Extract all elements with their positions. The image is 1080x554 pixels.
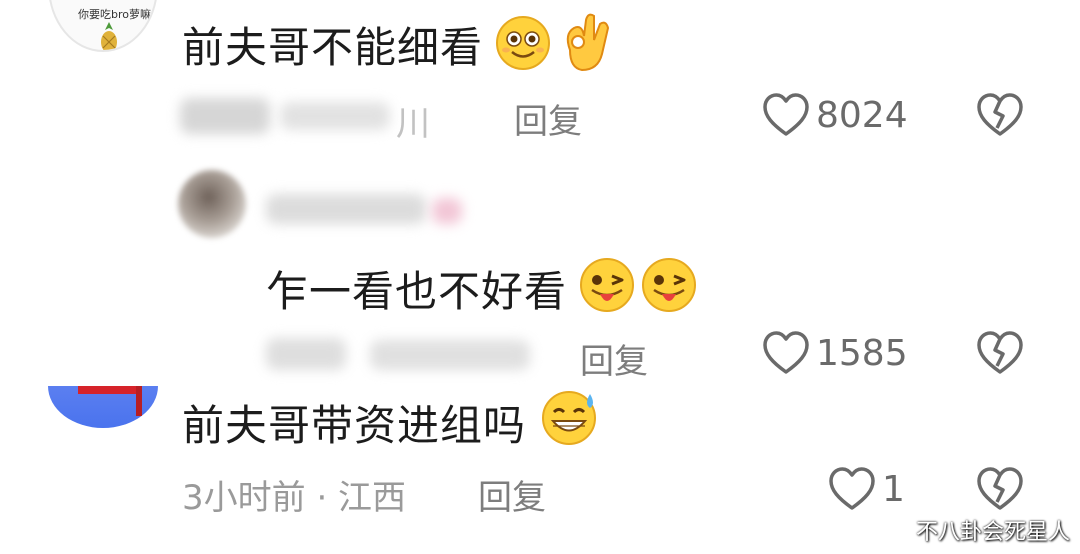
broken-heart-icon[interactable] <box>976 92 1024 138</box>
heart-icon <box>763 93 809 136</box>
blurred-location <box>370 340 530 370</box>
comment-location-1: 川 <box>396 104 430 144</box>
watermark: 不八卦会死星人 <box>915 520 1070 545</box>
comment-meta-3: 3小时前 · 江西 <box>182 478 407 518</box>
comment-text-2: 乍一看也不好看 <box>266 267 568 316</box>
smiling-face-icon <box>496 16 550 70</box>
blurred-timestamp <box>266 338 346 370</box>
avatar-commenter-1[interactable]: 你要吃bro萝嘛 <box>48 0 158 52</box>
like-button-1[interactable]: 8024 <box>762 92 908 138</box>
broken-heart-icon[interactable] <box>976 466 1024 512</box>
avatar-commenter-2[interactable] <box>178 170 246 238</box>
reply-button-2[interactable]: 回复 <box>580 334 648 383</box>
like-button-2[interactable]: 1585 <box>762 330 908 376</box>
like-count-1: 8024 <box>816 94 908 136</box>
tongue-wink-face-icon <box>580 258 634 312</box>
blurred-badge <box>432 198 462 224</box>
blurred-timestamp <box>280 102 390 130</box>
heart-icon <box>829 467 875 510</box>
comment-text-1: 前夫哥不能细看 <box>182 23 484 72</box>
like-count-3: 1 <box>882 468 905 510</box>
grinning-sweat-face-icon <box>542 391 596 445</box>
avatar-decoration <box>78 386 138 394</box>
ok-hand-icon <box>566 13 610 72</box>
blurred-username <box>180 98 270 134</box>
pineapple-icon <box>101 22 117 50</box>
broken-heart-icon[interactable] <box>976 330 1024 376</box>
tongue-wink-face-icon <box>642 258 696 312</box>
avatar-decoration <box>136 386 142 416</box>
avatar-commenter-3[interactable] <box>48 386 158 428</box>
blurred-username <box>266 194 426 224</box>
like-button-3[interactable]: 1 <box>828 466 905 512</box>
avatar-caption: 你要吃bro萝嘛 <box>78 8 151 21</box>
comment-text-3: 前夫哥带资进组吗 <box>182 401 527 450</box>
reply-button-1[interactable]: 回复 <box>514 94 582 143</box>
like-count-2: 1585 <box>816 332 908 374</box>
heart-icon <box>763 331 809 374</box>
reply-button-3[interactable]: 回复 <box>478 470 546 519</box>
